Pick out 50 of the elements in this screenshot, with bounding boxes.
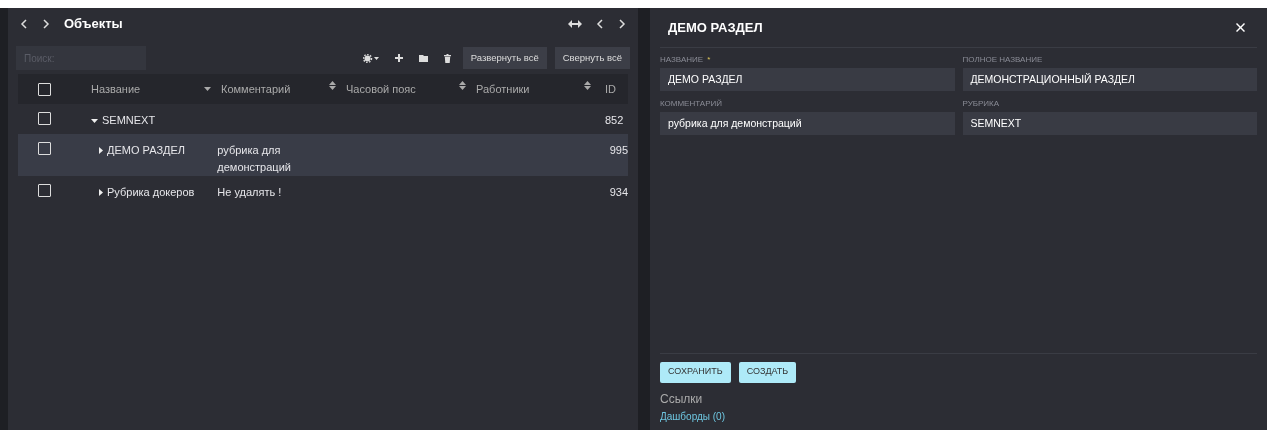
action-button[interactable]: СОХРАНИТЬ — [660, 361, 731, 383]
double-arrow-icon — [568, 20, 582, 28]
close-icon — [1236, 23, 1245, 32]
table-cell-text: Рубрика докеров — [107, 185, 195, 200]
panel-title: ДЕМО РАЗДЕЛ — [668, 18, 763, 37]
column-header[interactable]: Название — [91, 80, 141, 98]
field-label: РУБРИКА — [962, 99, 1000, 108]
field-label: КОММЕНТАРИЙ — [660, 99, 723, 108]
row-checkbox[interactable] — [38, 142, 51, 155]
chevron-right-icon — [618, 19, 626, 29]
table-row[interactable]: SEMNEXT 852 — [18, 104, 628, 134]
table-cell: 934 — [609, 186, 628, 198]
column-header[interactable]: ID — [605, 82, 616, 95]
chevron-left-icon — [20, 19, 28, 29]
toolbar-button[interactable]: Свернуть всё — [554, 47, 630, 69]
caret-right-icon[interactable] — [99, 147, 103, 155]
input-field[interactable]: рубрика для демонстраций — [660, 112, 955, 135]
select-all-checkbox[interactable] — [38, 82, 51, 96]
action-button[interactable]: СОЗДАТЬ — [738, 361, 797, 383]
row-checkbox[interactable] — [38, 184, 51, 197]
chevron-right-icon — [42, 19, 50, 29]
required-mark: * — [707, 55, 711, 64]
link[interactable]: Дашборды (0) — [660, 410, 725, 422]
table-cell-text: рубрика для демонстраций — [217, 143, 292, 175]
plus-icon — [394, 54, 403, 62]
section-heading: Ссылки — [660, 390, 704, 408]
folder-icon — [418, 54, 428, 62]
column-header[interactable]: Комментарий — [221, 80, 291, 98]
table-row[interactable]: Рубрика докеров Не удалять ! 934 — [18, 176, 628, 206]
table-cell-text: Не удалять ! — [217, 185, 282, 200]
row-checkbox[interactable] — [38, 112, 51, 125]
panel-title: Объекты — [64, 15, 123, 34]
input-field[interactable]: ДЕМОНСТРАЦИОННЫЙ РАЗДЕЛ — [962, 68, 1257, 91]
input-field[interactable]: SEMNEXT — [962, 112, 1257, 135]
chevron-left-icon — [596, 19, 604, 29]
table-cell-text: SEMNEXT — [102, 113, 156, 128]
table-cell-text: ДЕМО РАЗДЕЛ — [107, 143, 186, 158]
column-header[interactable]: Часовой пояс — [346, 80, 416, 98]
field-label: НАЗВАНИЕ — [660, 55, 704, 64]
input-field[interactable]: ДЕМО РАЗДЕЛ — [660, 68, 955, 91]
trash-icon — [443, 53, 451, 63]
table-cell: 852 — [605, 114, 624, 126]
caret-down-icon[interactable] — [91, 118, 98, 123]
column-header[interactable]: Работники — [476, 80, 530, 98]
toolbar-button[interactable]: Развернуть всё — [462, 47, 547, 69]
gear-icon — [362, 53, 379, 63]
table-row[interactable]: ДЕМО РАЗДЕЛ рубрика для демонстраций 995 — [18, 134, 628, 176]
table-cell: 995 — [609, 144, 628, 156]
field-label: ПОЛНОЕ НАЗВАНИЕ — [962, 55, 1043, 64]
caret-right-icon[interactable] — [99, 189, 103, 197]
